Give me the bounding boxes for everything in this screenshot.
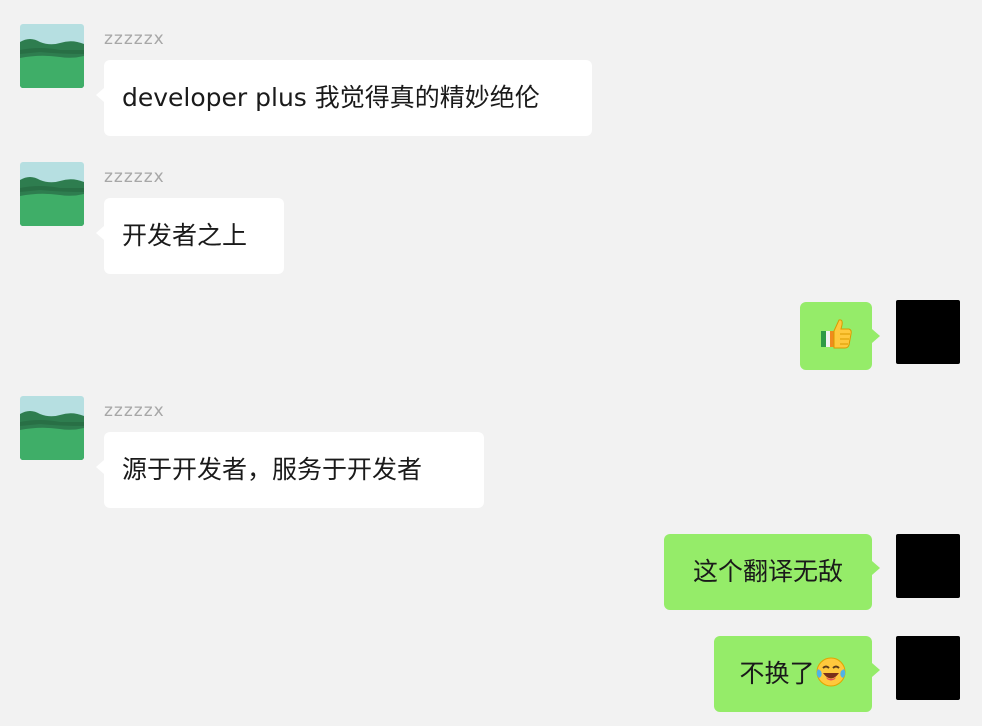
sender-name: zzzzzx <box>104 167 165 187</box>
message-text: 源于开发者，服务于开发者 <box>122 455 423 484</box>
sender-name: zzzzzx <box>104 401 165 421</box>
message-text: 开发者之上 <box>122 221 248 250</box>
thumbs-up-icon <box>821 319 852 349</box>
message-bubble-outgoing[interactable]: 不换了 <box>714 636 880 712</box>
contact-avatar[interactable] <box>20 396 84 460</box>
message-bubble-outgoing[interactable] <box>800 302 880 370</box>
contact-avatar[interactable] <box>20 162 84 226</box>
self-avatar[interactable] <box>896 636 960 700</box>
message-bubble-incoming[interactable]: 源于开发者，服务于开发者 <box>96 432 484 508</box>
message-bubble-incoming[interactable]: 开发者之上 <box>96 198 284 274</box>
message-bubble-outgoing[interactable]: 这个翻译无敌 <box>664 534 880 610</box>
sender-name: zzzzzx <box>104 29 165 49</box>
message-text: developer plus 我觉得真的精妙绝伦 <box>122 83 540 112</box>
laughing-crying-icon <box>816 657 845 687</box>
contact-avatar[interactable] <box>20 24 84 88</box>
message-bubble-incoming[interactable]: developer plus 我觉得真的精妙绝伦 <box>96 60 592 136</box>
self-avatar[interactable] <box>896 534 960 598</box>
message-text: 这个翻译无敌 <box>692 557 843 586</box>
self-avatar[interactable] <box>896 300 960 364</box>
message-text: 不换了 <box>739 659 815 688</box>
